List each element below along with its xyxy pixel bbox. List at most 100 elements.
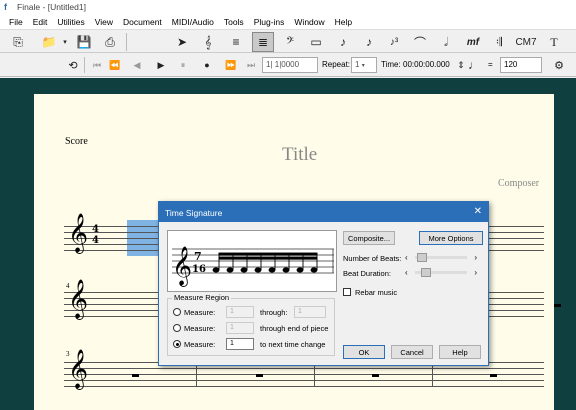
fast-forward-icon[interactable]: ⏩ <box>224 57 238 73</box>
window-title: Finale - [Untitled1] <box>17 2 86 12</box>
tempo-stepper-icon[interactable]: ⇕ <box>456 57 466 73</box>
score-label: Score <box>65 136 88 147</box>
chevron-down-icon[interactable]: ▾ <box>60 32 70 52</box>
measure-range-to-field[interactable]: 1 <box>294 306 326 318</box>
through-end-label: through end of piece <box>260 324 329 333</box>
open-folder-icon[interactable]: 📁 <box>38 32 60 52</box>
number-of-beats-label: Number of Beats: <box>343 254 402 263</box>
simple-entry-icon[interactable]: ♪ <box>334 32 352 52</box>
selection-tool-icon[interactable]: ➤ <box>172 32 192 52</box>
measure-region-label: Measure Region <box>172 293 232 302</box>
more-options-button[interactable]: More Options <box>419 231 483 245</box>
tempo-field[interactable]: 120 <box>500 57 542 73</box>
expression-tool-icon[interactable]: mf <box>462 32 484 52</box>
menu-midi-audio[interactable]: MIDI/Audio <box>167 17 219 27</box>
menu-window[interactable]: Window <box>289 17 329 27</box>
loop-icon[interactable]: ⟲ <box>66 57 80 73</box>
measure-through-end-radio[interactable] <box>173 324 181 332</box>
cancel-button[interactable]: Cancel <box>391 345 433 359</box>
text-tool-icon[interactable]: T <box>544 32 564 52</box>
time-signature-tool-icon[interactable]: ≣ <box>252 32 274 52</box>
print-icon[interactable]: ⎙ <box>100 32 120 52</box>
measure-range-from-field[interactable]: 1 <box>226 306 254 318</box>
rewind-to-start-icon[interactable]: ⏮ <box>90 57 104 73</box>
svg-text:𝄞: 𝄞 <box>172 246 192 287</box>
score-composer[interactable]: Composer <box>498 178 539 189</box>
rebar-music-checkbox[interactable] <box>343 288 351 296</box>
repeat-tool-icon[interactable]: 𝄇 <box>490 32 508 52</box>
menu-utilities[interactable]: Utilities <box>52 17 89 27</box>
finale-app-icon: f <box>4 1 7 12</box>
whole-rest <box>132 374 139 377</box>
measure-next-change-radio[interactable] <box>173 340 181 348</box>
time-label: Time: <box>381 60 401 69</box>
ok-button[interactable]: OK <box>343 345 385 359</box>
speedy-entry-icon[interactable]: ♪ <box>360 32 378 52</box>
clef-tool-icon[interactable]: 𝄢 <box>280 32 300 52</box>
score-title[interactable]: Title <box>282 144 317 166</box>
time-value: 00:00:00.000 <box>403 60 450 69</box>
preview-staff: 𝄞 7 16 <box>172 246 334 287</box>
menu-bar: File Edit Utilities View Document MIDI/A… <box>0 14 576 29</box>
menu-tools[interactable]: Tools <box>219 17 249 27</box>
settings-gear-icon[interactable]: ⚙ <box>552 57 566 73</box>
menu-file[interactable]: File <box>4 17 28 27</box>
treble-clef-icon: 𝄞 <box>68 213 89 253</box>
measure-label: Measure: <box>184 308 216 317</box>
preview-time-numerator: 7 <box>194 250 202 263</box>
measure-range-radio[interactable] <box>173 308 181 316</box>
measure-region-group: Measure Region Measure: 1 through: 1 Mea… <box>167 293 335 356</box>
staff-tool-icon[interactable]: 𝄞 <box>198 32 218 52</box>
number-of-beats-slider[interactable]: ‹ › <box>405 253 477 263</box>
to-next-change-label: to next time change <box>260 340 326 349</box>
treble-clef-icon: 𝄞 <box>68 349 89 389</box>
repeat-label: Repeat: <box>322 60 351 69</box>
tempo-equals: = <box>488 60 493 69</box>
close-icon[interactable]: ✕ <box>474 206 482 217</box>
composite-button[interactable]: Composite... <box>343 231 395 245</box>
finale-window: f Finale - [Untitled1] File Edit Utiliti… <box>0 0 576 410</box>
repeat-value: 1 <box>355 60 360 69</box>
chord-tool-icon[interactable]: CM7 <box>514 32 538 52</box>
time-signature-dialog[interactable]: Time Signature ✕ 𝄞 7 16 Composite... Mor… <box>158 201 489 366</box>
smart-shape-tool-icon[interactable]: ⌒ <box>410 32 430 52</box>
title-bar: f Finale - [Untitled1] <box>0 0 576 14</box>
step-back-icon[interactable]: ◀ <box>130 57 144 73</box>
whole-rest <box>490 374 497 377</box>
number-of-beats-thumb[interactable] <box>417 253 427 262</box>
help-button[interactable]: Help <box>439 345 481 359</box>
quarter-note-icon[interactable]: ♩ <box>468 57 480 73</box>
save-icon[interactable]: 💾 <box>74 32 94 52</box>
record-icon[interactable]: ● <box>200 57 214 73</box>
whole-rest <box>256 374 263 377</box>
play-icon[interactable]: ▶ <box>154 57 168 73</box>
menu-help[interactable]: Help <box>330 17 357 27</box>
beat-duration-slider[interactable]: ‹ › <box>405 268 477 278</box>
menu-plug-ins[interactable]: Plug-ins <box>249 17 290 27</box>
through-label: through: <box>260 308 288 317</box>
menu-edit[interactable]: Edit <box>28 17 53 27</box>
rebar-music-label: Rebar music <box>355 288 398 297</box>
menu-view[interactable]: View <box>90 17 118 27</box>
beat-duration-thumb[interactable] <box>421 268 431 277</box>
main-toolbar: ⎘ 📁 ▾ 💾 ⎙ ➤ 𝄞 ≡ ≣ 𝄢 ▭ ♪ ♪ ♪³ ⌒ 𝅗𝅥 mf 𝄇 C… <box>0 29 576 53</box>
measure-counter-field[interactable]: 1| 1|0000 <box>262 57 318 73</box>
rewind-icon[interactable]: ⏪ <box>108 57 122 73</box>
measure-tool-icon[interactable]: ▭ <box>306 32 326 52</box>
dialog-title: Time Signature <box>159 202 488 222</box>
key-signature-tool-icon[interactable]: ≡ <box>226 32 246 52</box>
skip-to-end-icon[interactable]: ⏭ <box>244 57 258 73</box>
new-document-icon[interactable]: ⎘ <box>8 32 28 52</box>
measure-through-end-field[interactable]: 1 <box>226 322 254 334</box>
measure-next-change-field[interactable]: 1 <box>226 338 254 350</box>
menu-document[interactable]: Document <box>118 17 167 27</box>
repeat-select[interactable]: 1 ▾ <box>351 57 377 73</box>
measure-label: Measure: <box>184 324 216 333</box>
pause-icon[interactable]: ⏸ <box>176 57 190 73</box>
playback-controls: ⟲ ⏮ ⏪ ◀ ▶ ⏸ ● ⏩ ⏭ 1| 1|0000 Repeat: 1 ▾ … <box>0 53 576 77</box>
measure-label: Measure: <box>184 340 216 349</box>
beat-duration-label: Beat Duration: <box>343 269 391 278</box>
time-signature[interactable]: 44 <box>92 224 99 246</box>
articulation-tool-icon[interactable]: 𝅗𝅥 <box>436 32 456 52</box>
tuplet-tool-icon[interactable]: ♪³ <box>384 32 404 52</box>
